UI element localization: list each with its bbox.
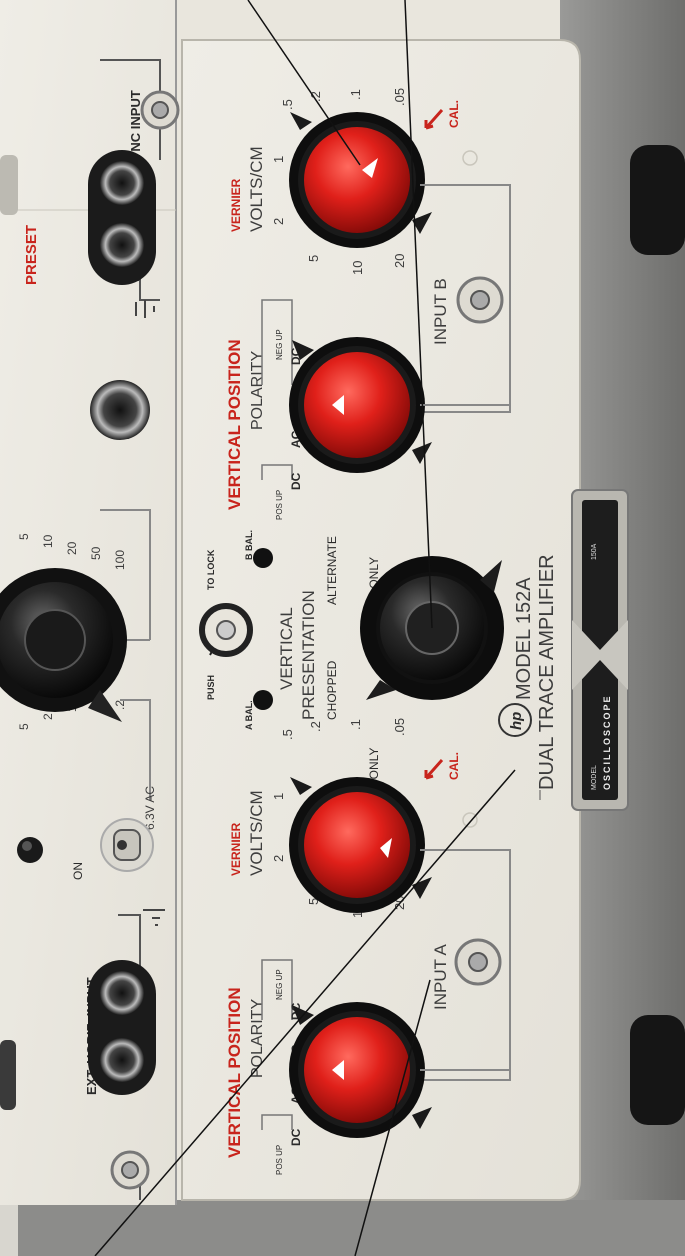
a-polarity-pos-up: POS UP (275, 1145, 284, 1175)
push-to-lock-center (216, 620, 236, 640)
svg-text:.5: .5 (280, 729, 295, 740)
ext-sync-jack-2[interactable] (100, 223, 144, 267)
oscilloscope-badge: MODEL 150A OSCILLOSCOPE (571, 489, 629, 811)
a-bal-label: A BAL. (244, 700, 254, 730)
a-cal-label: CAL. (447, 752, 461, 780)
ext-horiz-jack-1[interactable] (100, 971, 144, 1015)
model-line1: MODEL 152A (513, 577, 535, 700)
svg-text:.2: .2 (308, 721, 323, 732)
svg-text:20: 20 (392, 254, 407, 268)
a-polarity-neg-up: NEG UP (275, 969, 284, 1000)
svg-text:50: 50 (89, 546, 103, 560)
push-label: PUSH (206, 675, 216, 700)
left-edge-knob (0, 1040, 16, 1110)
svg-text:5: 5 (17, 533, 31, 540)
b-position-knob[interactable] (298, 346, 416, 464)
presentation-title-1: VERTICAL (277, 607, 296, 690)
a-input-label: INPUT A (431, 944, 450, 1010)
svg-text:DC: DC (289, 472, 303, 490)
on-label: ON (71, 862, 85, 880)
svg-text:100: 100 (113, 550, 127, 570)
v63-label: 6.3V AC (143, 786, 157, 830)
b-volts-knob[interactable] (298, 121, 416, 239)
svg-text:1: 1 (271, 156, 286, 163)
b-bal-label: B BAL. (244, 530, 254, 560)
b-input-label: INPUT B (431, 278, 450, 345)
b-volts-label: VOLTS/CM (247, 146, 266, 232)
a-position-knob[interactable] (298, 1011, 416, 1129)
a-bal-control[interactable] (253, 690, 273, 710)
svg-text:hp: hp (508, 712, 525, 730)
oscilloscope-photo: PRESET EXT. SYNC INPUT 5 10 20 50 100 5 … (0, 0, 685, 1256)
center-jack[interactable] (90, 380, 150, 440)
svg-text:DC: DC (289, 1128, 303, 1146)
a-volts-knob[interactable] (298, 786, 416, 904)
svg-text:1: 1 (271, 793, 286, 800)
b-polarity-pos-up: POS UP (275, 490, 284, 520)
a-input-connector-center (468, 952, 488, 972)
svg-text:.5: .5 (280, 99, 295, 110)
range-knob-cap (24, 609, 86, 671)
svg-text:2: 2 (271, 218, 286, 225)
b-input-connector-center (470, 290, 490, 310)
svg-text:5: 5 (306, 255, 321, 262)
svg-text:MODEL: MODEL (591, 765, 598, 790)
svg-text:5: 5 (17, 723, 31, 730)
ext-horiz-jack-2[interactable] (100, 1038, 144, 1082)
b-polarity-neg-up: NEG UP (275, 329, 284, 360)
presentation-title-2: PRESENTATION (299, 590, 318, 720)
preset-label: PRESET (23, 225, 40, 285)
svg-text:.2: .2 (113, 700, 127, 710)
svg-text:20: 20 (65, 541, 79, 555)
to-lock-label: TO LOCK (206, 549, 216, 590)
svg-text:2: 2 (41, 713, 55, 720)
rubber-foot-top (630, 145, 685, 255)
a-polarity-label: POLARITY (249, 999, 266, 1078)
b-vertical-position-label: VERTICAL POSITION (225, 339, 244, 510)
b-bal-control[interactable] (253, 548, 273, 568)
svg-text:OSCILLOSCOPE: OSCILLOSCOPE (602, 694, 612, 790)
mode-alternate: ALTERNATE (325, 536, 339, 605)
ext-sync-jack-1[interactable] (100, 161, 144, 205)
preset-knob[interactable] (0, 155, 18, 215)
svg-text:2: 2 (271, 855, 286, 862)
mode-chopped: CHOPPED (325, 660, 339, 720)
svg-text:.1: .1 (348, 719, 363, 730)
svg-text:150A: 150A (591, 543, 598, 560)
a-vertical-position-label: VERTICAL POSITION (225, 987, 244, 1158)
rubber-foot-bottom (630, 1015, 685, 1125)
svg-text:10: 10 (350, 261, 365, 275)
a-vernier-label: VERNIER (229, 822, 243, 876)
ext-sync-connector-center (151, 101, 169, 119)
b-vernier-label: VERNIER (229, 178, 243, 232)
pilot-lamp-glint (22, 841, 32, 851)
ext-horiz-connector-center (121, 1161, 139, 1179)
a-volts-label: VOLTS/CM (247, 790, 266, 876)
model-line2: DUAL TRACE AMPLIFIER (536, 554, 558, 790)
svg-text:.05: .05 (392, 718, 407, 736)
power-toggle-hole (117, 840, 127, 850)
svg-text:.05: .05 (392, 88, 407, 106)
svg-text:.1: .1 (348, 89, 363, 100)
svg-text:10: 10 (41, 534, 55, 548)
b-polarity-label: POLARITY (249, 351, 266, 430)
b-cal-label: CAL. (447, 100, 461, 128)
